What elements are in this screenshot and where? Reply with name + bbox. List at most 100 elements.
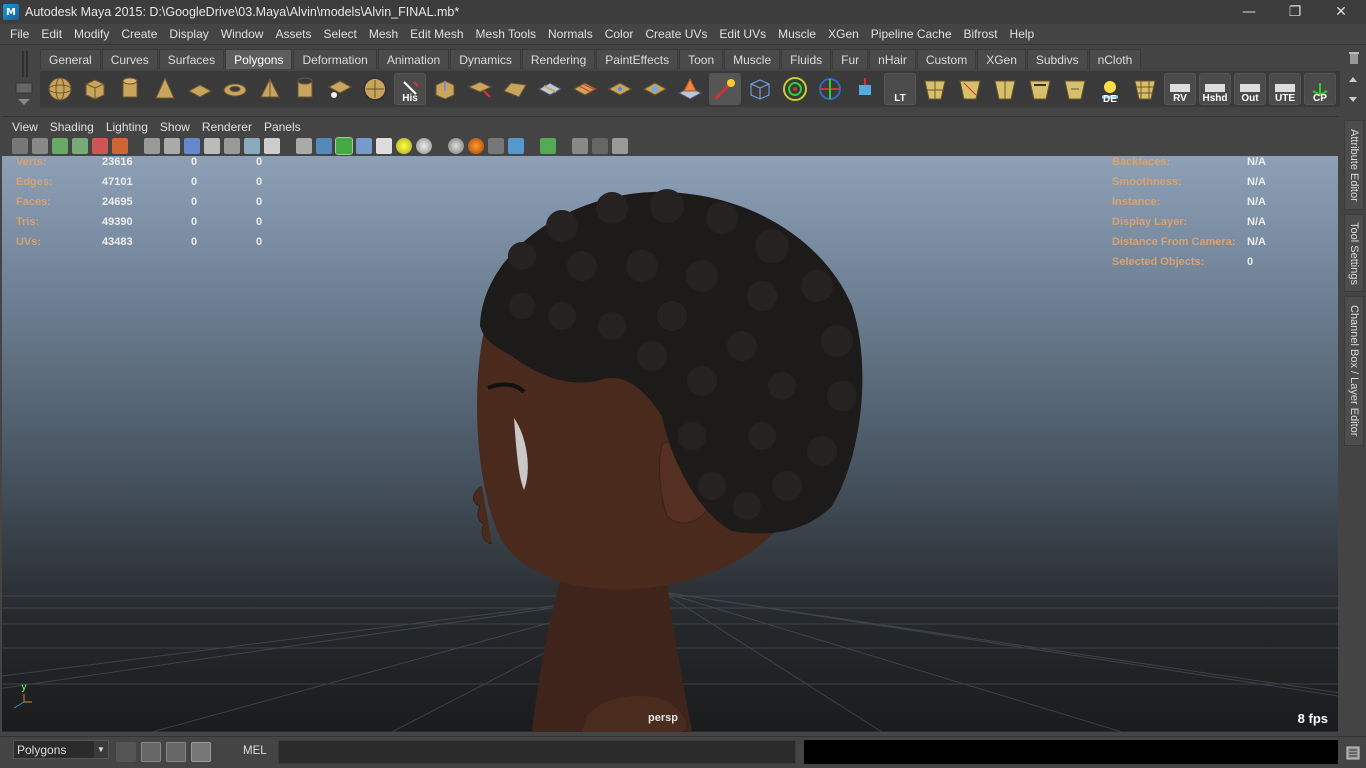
multisample-aa-icon[interactable] xyxy=(468,138,484,154)
uv-sew-icon[interactable] xyxy=(1024,73,1056,105)
minimize-button[interactable]: — xyxy=(1226,0,1272,24)
outliner-icon[interactable] xyxy=(166,742,186,762)
textured-icon[interactable] xyxy=(356,138,372,154)
gate-mask-icon[interactable] xyxy=(204,138,220,154)
menu-pipeline-cache[interactable]: Pipeline Cache xyxy=(865,27,958,41)
resolution-gate-icon[interactable] xyxy=(184,138,200,154)
menu-display[interactable]: Display xyxy=(163,27,214,41)
uv-unfold-icon[interactable] xyxy=(1059,73,1091,105)
menu-window[interactable]: Window xyxy=(215,27,270,41)
menu-create-uvs[interactable]: Create UVs xyxy=(639,27,713,41)
channel-box-layer-editor-tab[interactable]: Channel Box / Layer Editor xyxy=(1344,296,1364,446)
shelf-tab-toon[interactable]: Toon xyxy=(679,49,724,69)
menu-select[interactable]: Select xyxy=(317,27,362,41)
menu-assets[interactable]: Assets xyxy=(269,27,317,41)
trash-icon[interactable] xyxy=(1348,51,1360,65)
display-layer-icon[interactable]: DE xyxy=(1094,73,1126,105)
split-polygon-icon[interactable] xyxy=(534,73,566,105)
xray-components-icon[interactable] xyxy=(612,138,628,154)
transfer-attributes-icon[interactable] xyxy=(849,73,881,105)
wireframe-icon[interactable] xyxy=(296,138,312,154)
shelf-tab-xgen[interactable]: XGen xyxy=(977,49,1026,69)
poly-torus-icon[interactable] xyxy=(219,73,251,105)
shelf-tab-ncloth[interactable]: nCloth xyxy=(1088,49,1142,69)
shelf-tab-polygons[interactable]: Polygons xyxy=(225,49,293,69)
shelf-tab-surfaces[interactable]: Surfaces xyxy=(158,49,225,69)
safe-title-icon[interactable] xyxy=(264,138,280,154)
poly-plane-icon[interactable] xyxy=(184,73,216,105)
uv-grid-icon[interactable] xyxy=(1129,73,1161,105)
history-icon[interactable]: His xyxy=(394,73,426,105)
append-polygon-icon[interactable] xyxy=(499,73,531,105)
script-editor-open-icon[interactable] xyxy=(1346,746,1360,760)
menu-modify[interactable]: Modify xyxy=(68,27,115,41)
hshd-icon[interactable]: Hshd xyxy=(1199,73,1231,105)
film-gate-icon[interactable] xyxy=(164,138,180,154)
close-button[interactable]: ✕ xyxy=(1318,0,1364,24)
script-editor-icon[interactable] xyxy=(141,742,161,762)
poly-cube-icon[interactable] xyxy=(79,73,111,105)
menu-bifrost[interactable]: Bifrost xyxy=(958,27,1004,41)
wireframe-on-shaded-icon[interactable] xyxy=(335,137,353,155)
shelf-tab-subdivs[interactable]: Subdivs xyxy=(1026,49,1088,69)
2d-pan-zoom-icon[interactable] xyxy=(112,138,128,154)
shelf-scroll-icon[interactable] xyxy=(1346,73,1360,107)
uv-project-icon[interactable] xyxy=(954,73,986,105)
camera-attributes-icon[interactable] xyxy=(32,138,48,154)
menu-edit[interactable]: Edit xyxy=(35,27,68,41)
poly-cylinder-icon[interactable] xyxy=(114,73,146,105)
restore-button[interactable]: ❐ xyxy=(1272,0,1318,24)
panel-menu-shading[interactable]: Shading xyxy=(44,120,100,134)
rotate-tool-icon[interactable] xyxy=(814,73,846,105)
smooth-shade-icon[interactable] xyxy=(316,138,332,154)
shelf-tab-fur[interactable]: Fur xyxy=(832,49,869,69)
menu-help[interactable]: Help xyxy=(1004,27,1041,41)
shadows-icon[interactable] xyxy=(396,138,412,154)
panel-menu-renderer[interactable]: Renderer xyxy=(196,120,258,134)
field-chart-icon[interactable] xyxy=(224,138,240,154)
safe-action-icon[interactable] xyxy=(244,138,260,154)
rv-icon[interactable]: RV xyxy=(1164,73,1196,105)
menu-mesh[interactable]: Mesh xyxy=(363,27,404,41)
hardware-fog-icon[interactable] xyxy=(508,138,524,154)
mel-command-input[interactable] xyxy=(278,740,796,764)
menu-set-select[interactable]: Polygons ▼ xyxy=(13,740,109,759)
offset-edge-loop-icon[interactable] xyxy=(604,73,636,105)
panel-menu-lighting[interactable]: Lighting xyxy=(100,120,154,134)
shelf-tab-muscle[interactable]: Muscle xyxy=(724,49,781,69)
insert-edge-loop-icon[interactable] xyxy=(569,73,601,105)
menu-color[interactable]: Color xyxy=(599,27,640,41)
menu-mesh-tools[interactable]: Mesh Tools xyxy=(470,27,542,41)
menu-muscle[interactable]: Muscle xyxy=(772,27,822,41)
menu-create[interactable]: Create xyxy=(115,27,163,41)
ute-icon[interactable]: UTE xyxy=(1269,73,1301,105)
poly-pyramid-icon[interactable] xyxy=(254,73,286,105)
shelf-tab-nhair[interactable]: nHair xyxy=(869,49,916,69)
motion-blur-icon[interactable] xyxy=(448,138,464,154)
extrude-icon[interactable] xyxy=(429,73,461,105)
shelf-tab-general[interactable]: General xyxy=(40,49,101,69)
menu-edit-uvs[interactable]: Edit UVs xyxy=(713,27,772,41)
select-camera-icon[interactable] xyxy=(12,138,28,154)
menu-normals[interactable]: Normals xyxy=(542,27,599,41)
menu-file[interactable]: File xyxy=(4,27,35,41)
snap-icon[interactable] xyxy=(116,742,136,762)
uv-layout-icon[interactable] xyxy=(919,73,951,105)
depth-of-field-icon[interactable] xyxy=(488,138,504,154)
tool-settings-tab[interactable]: Tool Settings xyxy=(1344,214,1364,292)
shelf-tab-deformation[interactable]: Deformation xyxy=(293,49,377,69)
uv-cut-icon[interactable] xyxy=(989,73,1021,105)
panel-menu-panels[interactable]: Panels xyxy=(258,120,307,134)
wireframe-cube-icon[interactable] xyxy=(744,73,776,105)
shelf-options-icon[interactable] xyxy=(12,49,36,107)
out-icon[interactable]: Out xyxy=(1234,73,1266,105)
screen-space-ao-icon[interactable] xyxy=(416,138,432,154)
poke-face-icon[interactable] xyxy=(674,73,706,105)
poly-pipe-icon[interactable] xyxy=(289,73,321,105)
shelf-tab-custom[interactable]: Custom xyxy=(916,49,977,69)
sculpt-geometry-icon[interactable] xyxy=(709,73,741,105)
grid-icon[interactable] xyxy=(144,138,160,154)
shelf-tab-painteffects[interactable]: PaintEffects xyxy=(596,49,679,69)
attribute-editor-tab[interactable]: Attribute Editor xyxy=(1344,120,1364,210)
use-all-lights-icon[interactable] xyxy=(376,138,392,154)
